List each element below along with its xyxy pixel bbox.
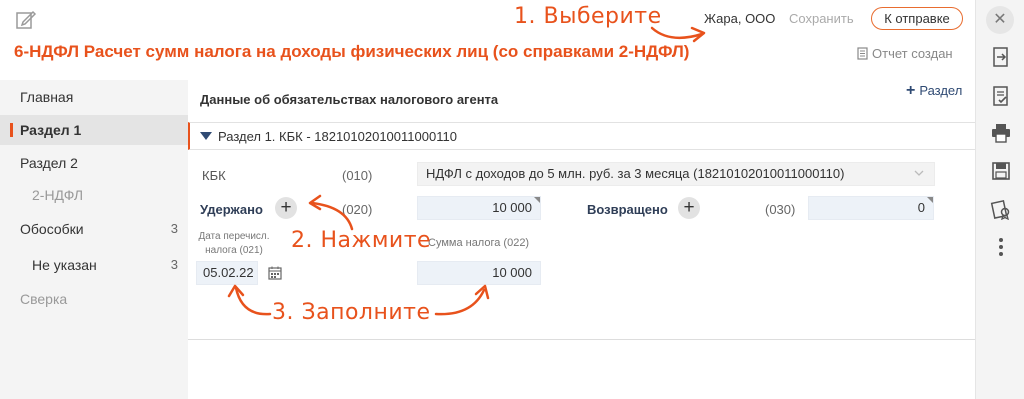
kbk-label: КБК: [202, 168, 226, 183]
payment-date-label: Дата перечисл. налога (021): [196, 230, 272, 258]
report-status-label: Отчет создан: [872, 46, 953, 61]
withheld-amount-field[interactable]: 10 000: [417, 196, 541, 220]
document-icon: [857, 47, 868, 60]
sidebar-item-label: Сверка: [20, 291, 68, 307]
section-group-header[interactable]: Раздел 1. КБК - 18210102010011000110: [188, 122, 975, 150]
returned-code: (030): [765, 202, 796, 217]
print-icon[interactable]: [990, 122, 1012, 144]
returned-amount-field[interactable]: 0: [808, 196, 934, 220]
sidebar-item-branches[interactable]: Обособки 3: [0, 214, 188, 244]
section-group-label: Раздел 1. КБК - 18210102010011000110: [218, 129, 457, 144]
kbk-select[interactable]: НДФЛ с доходов до 5 млн. руб. за 3 месяц…: [417, 162, 935, 186]
plus-icon: +: [906, 82, 916, 99]
section-header: Данные об обязательствах налогового аген…: [200, 92, 499, 107]
sidebar-item-section-1[interactable]: Раздел 1: [0, 115, 188, 145]
calendar-icon[interactable]: [268, 266, 282, 280]
organization-selector[interactable]: Жара, ООО: [704, 11, 775, 26]
kbk-select-value: НДФЛ с доходов до 5 млн. руб. за 3 месяц…: [426, 166, 845, 181]
corner-marker: [534, 197, 540, 203]
signature-icon[interactable]: [990, 198, 1012, 220]
withheld-label: Удержано: [200, 202, 263, 217]
save-icon[interactable]: [990, 160, 1012, 182]
corner-marker: [927, 197, 933, 203]
add-section-button[interactable]: + Раздел: [906, 82, 962, 100]
sidebar-item-count: 3: [170, 221, 178, 236]
more-options-icon[interactable]: [990, 236, 1012, 258]
report-status: Отчет создан: [857, 46, 953, 61]
tax-sum-field[interactable]: 10 000: [417, 261, 541, 285]
sidebar-item-2ndfl[interactable]: 2-НДФЛ: [0, 180, 188, 210]
returned-amount-value: 0: [917, 200, 925, 215]
export-icon[interactable]: [990, 46, 1012, 68]
sidebar-item-label: 2-НДФЛ: [32, 187, 84, 203]
sidebar-item-label: Раздел 2: [20, 155, 78, 171]
tax-sum-value: 10 000: [492, 265, 532, 280]
top-bar: Жара, ООО Сохранить К отправке: [0, 0, 975, 40]
sidebar-item-section-2[interactable]: Раздел 2: [0, 148, 188, 178]
sidebar-item-count: 3: [170, 257, 178, 272]
payment-date-label-line1: Дата перечисл.: [198, 231, 270, 242]
sidebar-item-reconciliation[interactable]: Сверка: [0, 284, 188, 314]
withheld-amount-value: 10 000: [492, 200, 532, 215]
save-button[interactable]: Сохранить: [789, 11, 854, 26]
page-title: 6-НДФЛ Расчет сумм налога на доходы физи…: [14, 42, 690, 61]
send-button[interactable]: К отправке: [871, 7, 963, 30]
sidebar-item-unspecified[interactable]: Не указан 3: [0, 250, 188, 280]
sidebar-item-main[interactable]: Главная: [0, 82, 188, 112]
sidebar-item-label: Не указан: [32, 257, 97, 273]
add-section-label: Раздел: [919, 83, 963, 98]
returned-label: Возвращено: [587, 202, 668, 217]
check-document-icon[interactable]: [990, 85, 1012, 107]
annotation-step-2: 2. Нажмите: [291, 228, 432, 253]
right-toolbar: ✕: [975, 0, 1024, 399]
payment-date-label-line2: налога (021): [205, 245, 263, 256]
payment-date-value: 05.02.22: [203, 265, 254, 280]
close-icon[interactable]: ✕: [986, 6, 1014, 34]
collapse-triangle-icon[interactable]: [200, 132, 212, 140]
withheld-code: (020): [342, 202, 373, 217]
sidebar-item-label: Главная: [20, 89, 74, 105]
sidebar-item-label: Обособки: [20, 221, 84, 237]
sidebar: Главная Раздел 1 Раздел 2 2-НДФЛ Обособк…: [0, 80, 188, 399]
sidebar-item-label: Раздел 1: [20, 122, 82, 138]
tax-sum-label: Сумма налога (022): [428, 237, 530, 249]
payment-date-field[interactable]: 05.02.22: [196, 261, 258, 285]
edit-icon[interactable]: [14, 8, 38, 32]
add-returned-button[interactable]: +: [678, 197, 700, 219]
annotation-step-1: 1. Выберите: [514, 4, 662, 29]
chevron-down-icon: [914, 170, 924, 176]
add-withheld-button[interactable]: +: [275, 197, 297, 219]
kbk-code: (010): [342, 168, 373, 183]
annotation-step-3: 3. Заполните: [272, 300, 431, 325]
